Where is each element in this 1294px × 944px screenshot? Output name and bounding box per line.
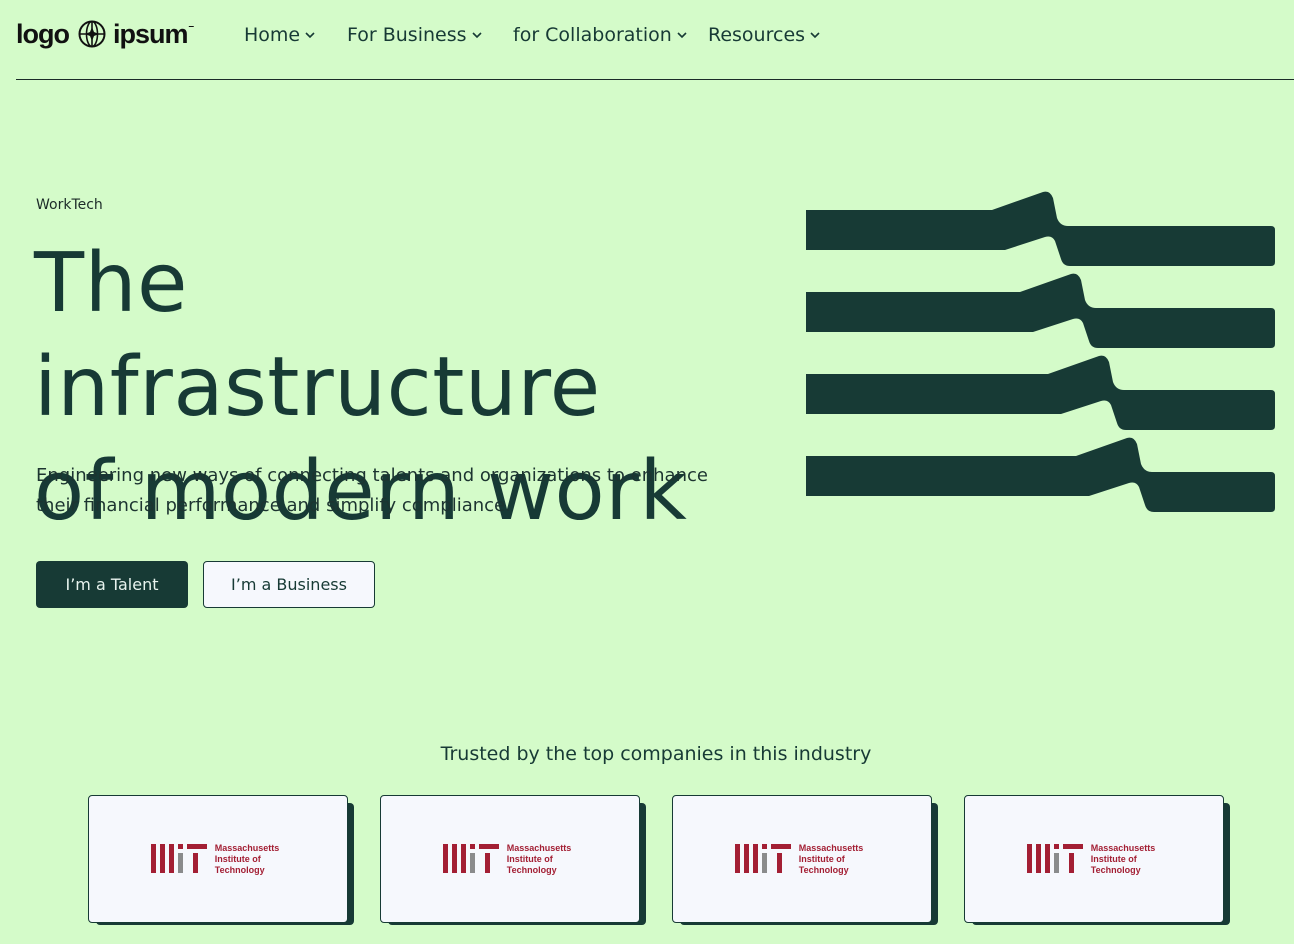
mit-logo: Massachusetts Institute of Technology [150, 843, 280, 876]
logo-text-left: logo [16, 18, 70, 49]
hero-subtitle-line-2: their financial performance and simplify… [36, 495, 511, 516]
mit-mark-icon [1026, 844, 1083, 873]
company-card-face: Massachusetts Institute of Technology [380, 795, 640, 923]
mit-wordmark: Massachusetts Institute of Technology [799, 843, 864, 876]
nav-item-for-collaboration[interactable]: for Collaboration [513, 22, 688, 48]
chevron-down-icon [471, 32, 482, 39]
mit-logo: Massachusetts Institute of Technology [734, 843, 864, 876]
hero-eyebrow: WorkTech [36, 197, 103, 213]
mit-wordmark: Massachusetts Institute of Technology [215, 843, 280, 876]
mit-mark-icon [734, 844, 791, 873]
mit-line-3: Technology [1090, 864, 1141, 875]
mit-line-1: Massachusetts [506, 842, 572, 853]
hero-stripe-2 [806, 273, 1275, 348]
company-card: Massachusetts Institute of Technology [672, 795, 940, 925]
mit-line-2: Institute of [214, 853, 261, 864]
company-card: Massachusetts Institute of Technology [380, 795, 648, 925]
hero-subtitle-line-1: Engineering new ways of connecting talen… [36, 465, 708, 486]
nav-label: For Business [347, 24, 467, 46]
hero-stripes-graphic [806, 191, 1275, 512]
mit-line-3: Technology [506, 864, 557, 875]
nav-label: Resources [708, 24, 806, 46]
mit-line-1: Massachusetts [798, 842, 864, 853]
company-card-face: Massachusetts Institute of Technology [964, 795, 1224, 923]
company-card-face: Massachusetts Institute of Technology [88, 795, 348, 923]
globe-icon [78, 20, 106, 48]
mit-line-2: Institute of [798, 853, 845, 864]
nav-label: for Collaboration [513, 24, 672, 46]
talent-button[interactable]: I’m a Talent [36, 561, 188, 608]
mit-line-2: Institute of [1090, 853, 1137, 864]
mit-logo: Massachusetts Institute of Technology [1026, 843, 1156, 876]
chevron-down-icon [677, 32, 687, 39]
company-card: Massachusetts Institute of Technology [964, 795, 1232, 925]
mit-line-3: Technology [798, 864, 849, 875]
hero-stripe-1 [806, 191, 1275, 266]
hero-stripe-4 [806, 437, 1275, 512]
hero-title-line-1: The infrastructure [34, 236, 601, 435]
mit-logo: Massachusetts Institute of Technology [442, 843, 572, 876]
nav-label: Home [244, 24, 301, 46]
company-card: Massachusetts Institute of Technology [88, 795, 356, 925]
mit-line-2: Institute of [506, 853, 553, 864]
mit-mark-icon [442, 844, 499, 873]
mit-wordmark: Massachusetts Institute of Technology [507, 843, 572, 876]
nav-item-resources[interactable]: Resources [708, 22, 821, 48]
mit-line-3: Technology [214, 864, 265, 875]
top-navbar: logo ipsum – Home For Business for Colla… [16, 0, 1294, 80]
nav-item-home[interactable]: Home [244, 22, 316, 48]
hero-stripe-3 [806, 355, 1275, 430]
site-logo[interactable]: logo ipsum – [16, 17, 194, 51]
trusted-heading: Trusted by the top companies in this ind… [440, 743, 872, 765]
trademark-mark: – [188, 20, 194, 32]
business-button[interactable]: I’m a Business [203, 561, 375, 608]
mit-mark-icon [150, 844, 207, 873]
chevron-down-icon [810, 32, 820, 39]
mit-wordmark: Massachusetts Institute of Technology [1091, 843, 1156, 876]
nav-item-for-business[interactable]: For Business [347, 22, 483, 48]
logo-text-right: ipsum [112, 18, 189, 49]
hero-subtitle: Engineering new ways of connecting talen… [36, 461, 736, 521]
mit-line-1: Massachusetts [214, 842, 280, 853]
mit-line-1: Massachusetts [1090, 842, 1156, 853]
company-card-face: Massachusetts Institute of Technology [672, 795, 932, 923]
chevron-down-icon [305, 32, 315, 39]
